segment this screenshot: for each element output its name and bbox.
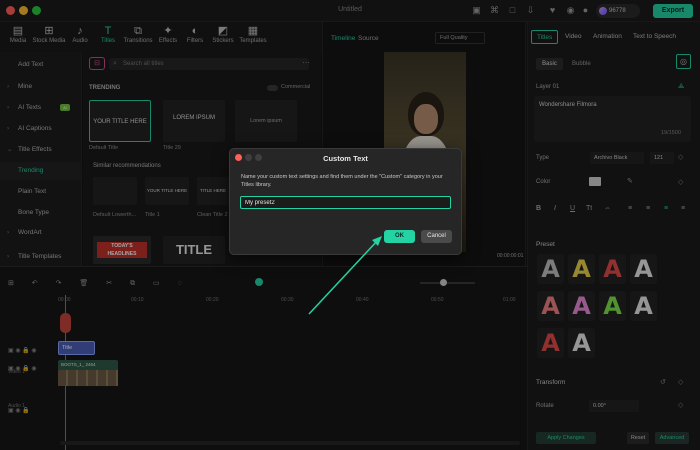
annotation-arrow	[308, 236, 382, 315]
arrow-line	[308, 239, 379, 315]
